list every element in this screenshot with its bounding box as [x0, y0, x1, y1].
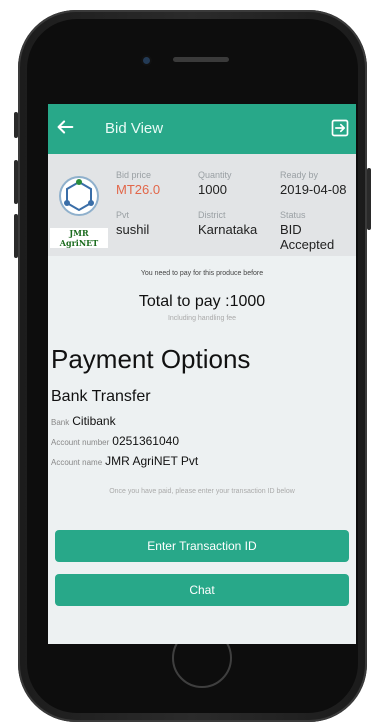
account-number-value: 0251361040 — [112, 434, 180, 448]
logout-icon[interactable] — [330, 118, 350, 138]
quantity: Quantity 1000 — [198, 170, 232, 197]
account-number-row: Account number 0251361040 — [51, 434, 356, 448]
account-number-label: Account number — [51, 438, 110, 447]
volume-down-button — [14, 214, 18, 258]
page-title: Bid View — [105, 120, 164, 137]
bid-price-label: Bid price — [116, 170, 152, 180]
ready-by-value: 2019-04-08 — [280, 182, 347, 197]
bank-value: Citibank — [72, 414, 116, 428]
buyer-value: sushil — [116, 222, 150, 237]
payment-notice: You need to pay for this produce before — [140, 270, 264, 277]
ready-by-label: Ready by — [280, 170, 319, 180]
front-camera — [143, 57, 150, 64]
bank-transfer-heading: Bank Transfer — [51, 388, 151, 405]
district-label: District — [198, 210, 226, 220]
enter-transaction-id-button[interactable]: Enter Transaction ID — [55, 530, 349, 562]
total-subtext: Including handling fee — [167, 315, 237, 322]
status-label: Status — [280, 210, 306, 220]
logo-text: JMR AgriNET — [50, 228, 108, 248]
account-name-row: Account name JMR AgriNET Pvt — [51, 454, 356, 468]
bid-price-value: MT26.0 — [116, 182, 161, 197]
power-button — [367, 168, 371, 230]
volume-up-button — [14, 160, 18, 204]
logo-emblem-icon — [59, 176, 99, 216]
buyer: Pvt sushil — [116, 210, 149, 237]
account-name-value: JMR AgriNET Pvt — [105, 454, 199, 468]
status: Status BID Accepted — [280, 210, 356, 252]
quantity-value: 1000 — [198, 182, 227, 197]
district: District Karnataka — [198, 210, 257, 237]
account-name-label: Account name — [51, 458, 103, 467]
company-logo: JMR AgriNET — [50, 168, 108, 248]
buyer-label: Pvt — [116, 210, 130, 220]
app-screen: Bid View JMR AgriNET Bid price MT26.0 Qu… — [48, 104, 356, 644]
bank-row: Bank Citibank — [51, 414, 356, 428]
back-arrow-icon[interactable] — [54, 116, 76, 138]
total-to-pay: Total to pay :1000 — [138, 293, 266, 310]
mute-switch — [14, 112, 18, 138]
app-bar: Bid View — [48, 104, 356, 154]
bid-summary-card: JMR AgriNET Bid price MT26.0 Quantity 10… — [48, 154, 356, 256]
bank-label: Bank — [51, 418, 70, 427]
status-value: BID Accepted — [280, 222, 335, 252]
district-value: Karnataka — [198, 222, 258, 237]
transaction-hint: Once you have paid, please enter your tr… — [109, 488, 295, 495]
payment-options-heading: Payment Options — [51, 344, 251, 374]
bid-price: Bid price MT26.0 — [116, 170, 160, 197]
quantity-label: Quantity — [198, 170, 232, 180]
ready-by: Ready by 2019-04-08 — [280, 170, 347, 197]
earpiece-speaker — [173, 57, 229, 62]
chat-button[interactable]: Chat — [55, 574, 349, 606]
